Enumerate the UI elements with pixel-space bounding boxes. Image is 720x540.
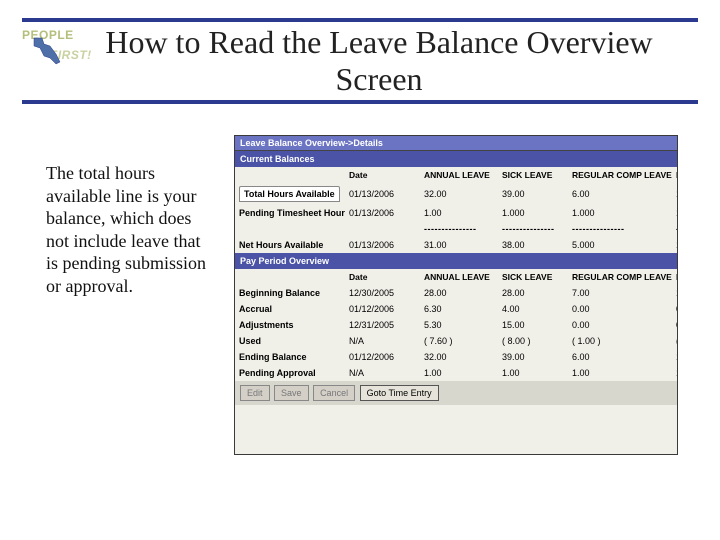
cell-date: 01/12/2006 <box>345 301 420 317</box>
cell-sick: ( 8.00 ) <box>498 333 568 349</box>
description-text: The total hours available line is your b… <box>46 162 216 297</box>
cell-comp: --------------- <box>568 221 672 237</box>
cell-annual: --------------- <box>420 221 498 237</box>
row-label: Total Hours Available <box>235 183 345 205</box>
cell-annual: 32.00 <box>420 186 498 202</box>
cell-annual: 1.00 <box>420 205 498 221</box>
cell-sick: 28.00 <box>498 285 568 301</box>
cell-sick: 1.00 <box>498 365 568 381</box>
cell-comp: 0.00 <box>568 301 672 317</box>
cell-milita: 1.000 <box>672 205 678 221</box>
page-title: How to Read the Leave Balance Overview S… <box>60 24 698 98</box>
row-label: Beginning Balance <box>235 285 345 301</box>
current-columns: Date ANNUAL LEAVE SICK LEAVE REGULAR COM… <box>235 167 677 183</box>
cell-annual: 31.00 <box>420 237 498 253</box>
cell-sick: 39.00 <box>498 349 568 365</box>
col-date: Date <box>345 269 420 285</box>
edit-button[interactable]: Edit <box>240 385 270 401</box>
col-sick: SICK LEAVE <box>498 269 568 285</box>
total-hours-available-tab[interactable]: Total Hours Available <box>239 186 340 202</box>
cell-annual: 32.00 <box>420 349 498 365</box>
cell-date: N/A <box>345 365 420 381</box>
cell-milita: ( 8.00 ) <box>672 333 678 349</box>
cell-sick: 38.00 <box>498 237 568 253</box>
panel-titlebar: Leave Balance Overview->Details <box>235 136 677 151</box>
pay-period-heading: Pay Period Overview <box>235 253 677 269</box>
cell-comp: 6.00 <box>568 349 672 365</box>
col-comp: REGULAR COMP LEAVE <box>568 167 672 183</box>
cell-sick: 15.00 <box>498 317 568 333</box>
cell-comp: 0.00 <box>568 317 672 333</box>
current-balances-heading: Current Balances <box>235 151 677 167</box>
cell-comp: 5.000 <box>568 237 672 253</box>
payperiod-columns: Date ANNUAL LEAVE SICK LEAVE REGULAR COM… <box>235 269 677 285</box>
cell-annual: 1.00 <box>420 365 498 381</box>
row-label: Pending Approval <box>235 365 345 381</box>
cell-annual: 28.00 <box>420 285 498 301</box>
table-row: Ending Balance01/12/200632.0039.006.0012… <box>235 349 677 365</box>
col-milita: MILITA <box>672 269 678 285</box>
cell-date: 12/30/2005 <box>345 285 420 301</box>
cell-comp: ( 1.00 ) <box>568 333 672 349</box>
col-comp: REGULAR COMP LEAVE <box>568 269 672 285</box>
col-blank <box>235 274 345 280</box>
col-annual: ANNUAL LEAVE <box>420 167 498 183</box>
cell-annual: ( 7.60 ) <box>420 333 498 349</box>
table-row: Beginning Balance12/30/200528.0028.007.0… <box>235 285 677 301</box>
cell-comp: 6.00 <box>568 186 672 202</box>
cell-date <box>345 226 420 232</box>
cell-sick: --------------- <box>498 221 568 237</box>
goto-time-entry-button[interactable]: Goto Time Entry <box>360 385 439 401</box>
table-row: Adjustments12/31/20055.3015.000.000.00 <box>235 317 677 333</box>
cell-milita: 1.00 <box>672 365 678 381</box>
cell-date: 01/13/2006 <box>345 237 420 253</box>
table-row: Accrual01/12/20066.304.000.000.00 <box>235 301 677 317</box>
cell-comp: 1.000 <box>568 205 672 221</box>
cell-date: 01/13/2006 <box>345 186 420 202</box>
col-date: Date <box>345 167 420 183</box>
cell-comp: 7.00 <box>568 285 672 301</box>
cell-milita: 0.00 <box>672 301 678 317</box>
cell-sick: 4.00 <box>498 301 568 317</box>
save-button[interactable]: Save <box>274 385 309 401</box>
row-label: Accrual <box>235 301 345 317</box>
button-bar: Edit Save Cancel Goto Time Entry <box>235 381 677 405</box>
header-rule-top <box>22 18 698 22</box>
cell-date: N/A <box>345 333 420 349</box>
cell-sick: 39.00 <box>498 186 568 202</box>
row-label: Ending Balance <box>235 349 345 365</box>
cell-date: 01/13/2006 <box>345 205 420 221</box>
cell-milita: 136.00 <box>672 285 678 301</box>
cell-milita: ----------- <box>672 221 678 237</box>
row-label: Net Hours Available <box>235 237 345 253</box>
cell-milita: 129.000 <box>672 186 678 202</box>
col-annual: ANNUAL LEAVE <box>420 269 498 285</box>
table-row: Net Hours Available01/13/200631.0038.005… <box>235 237 677 253</box>
table-row: ----------------------------------------… <box>235 221 677 237</box>
cell-date: 12/31/2005 <box>345 317 420 333</box>
row-label: Pending Timesheet Hours <box>235 205 345 221</box>
row-label <box>235 226 345 232</box>
cell-milita: 128.000 <box>672 237 678 253</box>
cell-milita: 129.00 <box>672 349 678 365</box>
col-milita: MILITA <box>672 167 678 183</box>
header-rule-bottom <box>22 100 698 104</box>
table-row: Total Hours Available 01/13/200632.0039.0… <box>235 183 677 205</box>
cancel-button[interactable]: Cancel <box>313 385 355 401</box>
cell-sick: 1.000 <box>498 205 568 221</box>
table-row: Pending Timesheet Hours01/13/20061.001.0… <box>235 205 677 221</box>
row-label: Adjustments <box>235 317 345 333</box>
cell-milita: 0.00 <box>672 317 678 333</box>
row-label: Used <box>235 333 345 349</box>
cell-annual: 5.30 <box>420 317 498 333</box>
cell-annual: 6.30 <box>420 301 498 317</box>
leave-balance-panel: Leave Balance Overview->Details Current … <box>234 135 678 455</box>
table-row: UsedN/A( 7.60 )( 8.00 )( 1.00 )( 8.00 ) <box>235 333 677 349</box>
table-row: Pending ApprovalN/A1.001.001.001.00 <box>235 365 677 381</box>
col-sick: SICK LEAVE <box>498 167 568 183</box>
cell-comp: 1.00 <box>568 365 672 381</box>
col-blank <box>235 172 345 178</box>
cell-date: 01/12/2006 <box>345 349 420 365</box>
